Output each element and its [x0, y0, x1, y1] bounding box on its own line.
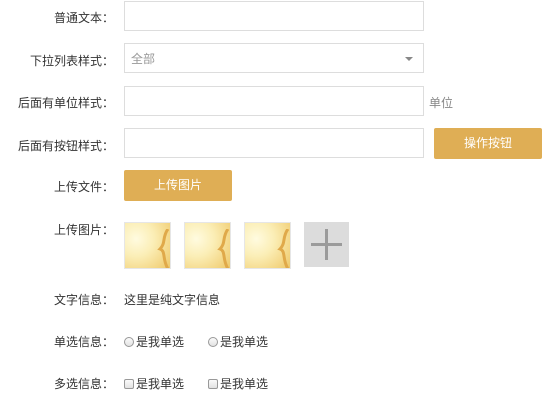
dropdown-select[interactable]: 全部	[124, 43, 424, 73]
image-thumbnail[interactable]	[184, 222, 231, 269]
checkbox-option[interactable]: 是我单选	[208, 375, 268, 392]
checkbox[interactable]	[208, 378, 218, 389]
add-image-button[interactable]	[304, 222, 349, 267]
wheat-decoration-icon	[277, 229, 290, 268]
upload-file-button[interactable]: 上传图片	[124, 170, 232, 201]
text-info-label: 文字信息：	[53, 293, 114, 307]
checkbox-info-label: 多选信息：	[53, 377, 114, 391]
unit-field-label: 后面有单位样式：	[17, 96, 114, 110]
button-field-label: 后面有按钮样式：	[17, 139, 114, 153]
radio-button[interactable]	[208, 336, 218, 347]
upload-file-label: 上传文件：	[53, 180, 114, 194]
radio-option-label: 是我单选	[220, 335, 269, 349]
radio-option[interactable]: 是我单选	[124, 333, 184, 350]
plain-text-label: 普通文本：	[53, 11, 114, 25]
radio-option-label: 是我单选	[136, 335, 185, 349]
image-thumbnail[interactable]	[244, 222, 291, 269]
dropdown-selected-value: 全部	[131, 51, 156, 66]
button-field-input[interactable]	[124, 128, 424, 158]
radio-info-label: 单选信息：	[53, 335, 114, 349]
wheat-decoration-icon	[217, 229, 230, 268]
checkbox[interactable]	[124, 378, 134, 389]
checkbox-option-label: 是我单选	[136, 377, 185, 391]
wheat-decoration-icon	[157, 229, 170, 268]
text-info-value: 这里是纯文字信息	[124, 293, 221, 307]
unit-field-input[interactable]	[124, 86, 424, 116]
chevron-down-icon	[405, 57, 413, 61]
radio-option[interactable]: 是我单选	[208, 333, 268, 350]
image-thumbnail[interactable]	[124, 222, 171, 269]
radio-button[interactable]	[124, 336, 134, 347]
checkbox-option[interactable]: 是我单选	[124, 375, 184, 392]
upload-image-label: 上传图片：	[53, 223, 114, 237]
action-button[interactable]: 操作按钮	[434, 128, 542, 159]
checkbox-option-label: 是我单选	[220, 377, 269, 391]
dropdown-label: 下拉列表样式：	[29, 54, 114, 68]
plain-text-input[interactable]	[124, 1, 424, 31]
unit-label: 单位	[429, 96, 454, 110]
